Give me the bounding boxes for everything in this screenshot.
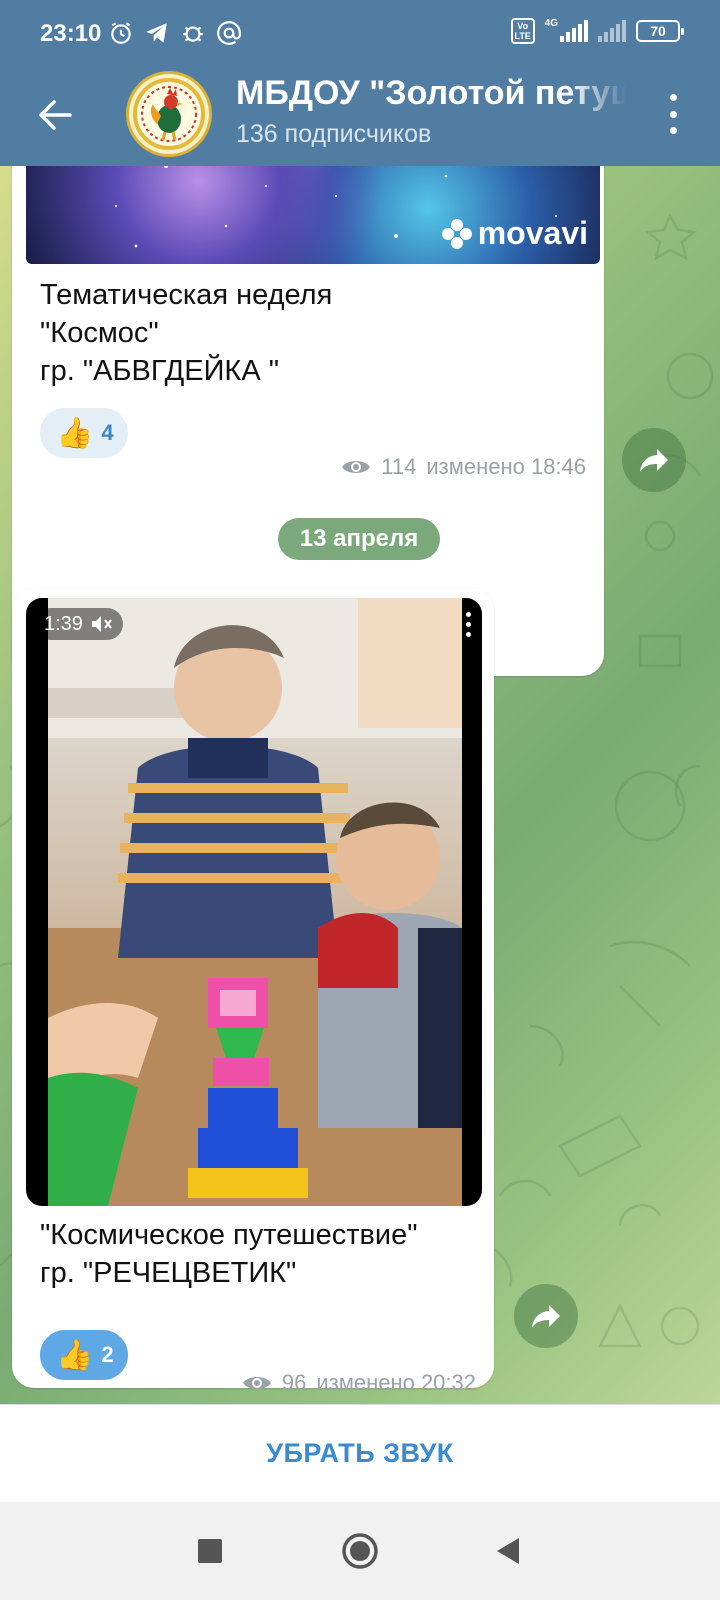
video-player[interactable]: 1:39 — [26, 598, 482, 1206]
status-system-icons: Vo LTE 4G 70 — [510, 17, 684, 44]
volte-icon: Vo LTE — [510, 18, 535, 44]
message-meta: 114 изменено 18:46 — [341, 454, 586, 480]
message-bubble[interactable]: 1:39 "Космическое путешествие" гр. "РЕЧЕ… — [12, 588, 494, 1395]
square-icon — [198, 1539, 222, 1563]
share-button[interactable] — [622, 428, 686, 492]
subscriber-count: 136 подписчиков — [236, 120, 432, 148]
eye-icon — [242, 1377, 271, 1389]
video-thumbnail — [48, 598, 462, 1206]
channel-avatar[interactable] — [126, 71, 212, 157]
mute-button[interactable]: УБРАТЬ ЗВУК — [266, 1438, 454, 1469]
movavi-watermark: movavi — [440, 215, 588, 252]
back-nav-button[interactable] — [488, 1531, 528, 1571]
system-navigation-bar — [0, 1502, 720, 1600]
message-meta: 96 изменено 20:32 — [242, 1370, 476, 1396]
status-time: 23:10 — [40, 20, 102, 47]
telegram-icon — [146, 23, 167, 43]
thumbs-up-icon: 👍 — [56, 416, 94, 450]
view-count: 96 — [281, 1370, 307, 1395]
message-media-image[interactable]: movavi — [26, 166, 600, 264]
triangle-back-icon — [497, 1538, 519, 1564]
reaction-button[interactable]: 👍 4 — [40, 408, 128, 458]
video-duration: 1:39 — [44, 612, 83, 635]
at-sign-icon — [217, 21, 241, 45]
eye-icon — [342, 461, 371, 473]
reaction-count: 2 — [101, 1342, 114, 1367]
view-count: 114 — [381, 454, 417, 479]
share-button[interactable] — [514, 1284, 578, 1348]
video-duration-badge[interactable]: 1:39 — [34, 608, 123, 640]
circle-icon — [342, 1533, 378, 1569]
chat-area[interactable]: movavi Тематическая неделя "Космос" гр. … — [0, 166, 720, 1404]
signal-icon — [560, 20, 588, 42]
video-menu-icon[interactable] — [466, 612, 472, 637]
status-notification-icons — [108, 20, 242, 46]
alarm-icon — [111, 22, 131, 44]
chat-header: МБДОУ "Золотой петушок" 136 подписчиков — [0, 68, 720, 166]
movavi-logo-icon — [441, 218, 472, 249]
edited-time: изменено 20:32 — [316, 1370, 476, 1395]
battery-icon: 70 — [636, 20, 684, 42]
network-type: 4G — [544, 17, 558, 29]
share-arrow-icon — [640, 449, 668, 472]
status-bar: 23:10 Vo LTE 4G 70 — [0, 0, 720, 68]
mute-channel-bar[interactable]: УБРАТЬ ЗВУК — [0, 1404, 720, 1502]
back-button[interactable] — [28, 88, 82, 142]
video-scene-illustration — [48, 598, 462, 1206]
channel-title[interactable]: МБДОУ "Золотой петушок" — [236, 74, 626, 113]
edited-time: изменено 18:46 — [426, 454, 586, 479]
more-vertical-icon[interactable] — [666, 94, 680, 134]
watermark-text: movavi — [477, 215, 588, 251]
thumbs-up-icon: 👍 — [56, 1338, 94, 1372]
rooster-logo-icon — [133, 78, 205, 150]
home-button[interactable] — [340, 1531, 380, 1571]
signal-2-icon — [598, 20, 626, 42]
date-separator: 13 апреля — [278, 518, 440, 560]
muted-speaker-icon — [91, 616, 112, 632]
arrow-left-icon — [39, 100, 72, 130]
share-arrow-icon — [532, 1305, 560, 1328]
reaction-button[interactable]: 👍 2 — [40, 1330, 128, 1380]
message-text: Тематическая неделя "Космос" гр. "АБВГДЕ… — [40, 279, 333, 387]
message-text: "Космическое путешествие" гр. "РЕЧЕЦВЕТИ… — [40, 1219, 418, 1289]
reaction-count: 4 — [101, 420, 114, 445]
recents-button[interactable] — [190, 1531, 230, 1571]
bug-icon — [183, 26, 203, 42]
